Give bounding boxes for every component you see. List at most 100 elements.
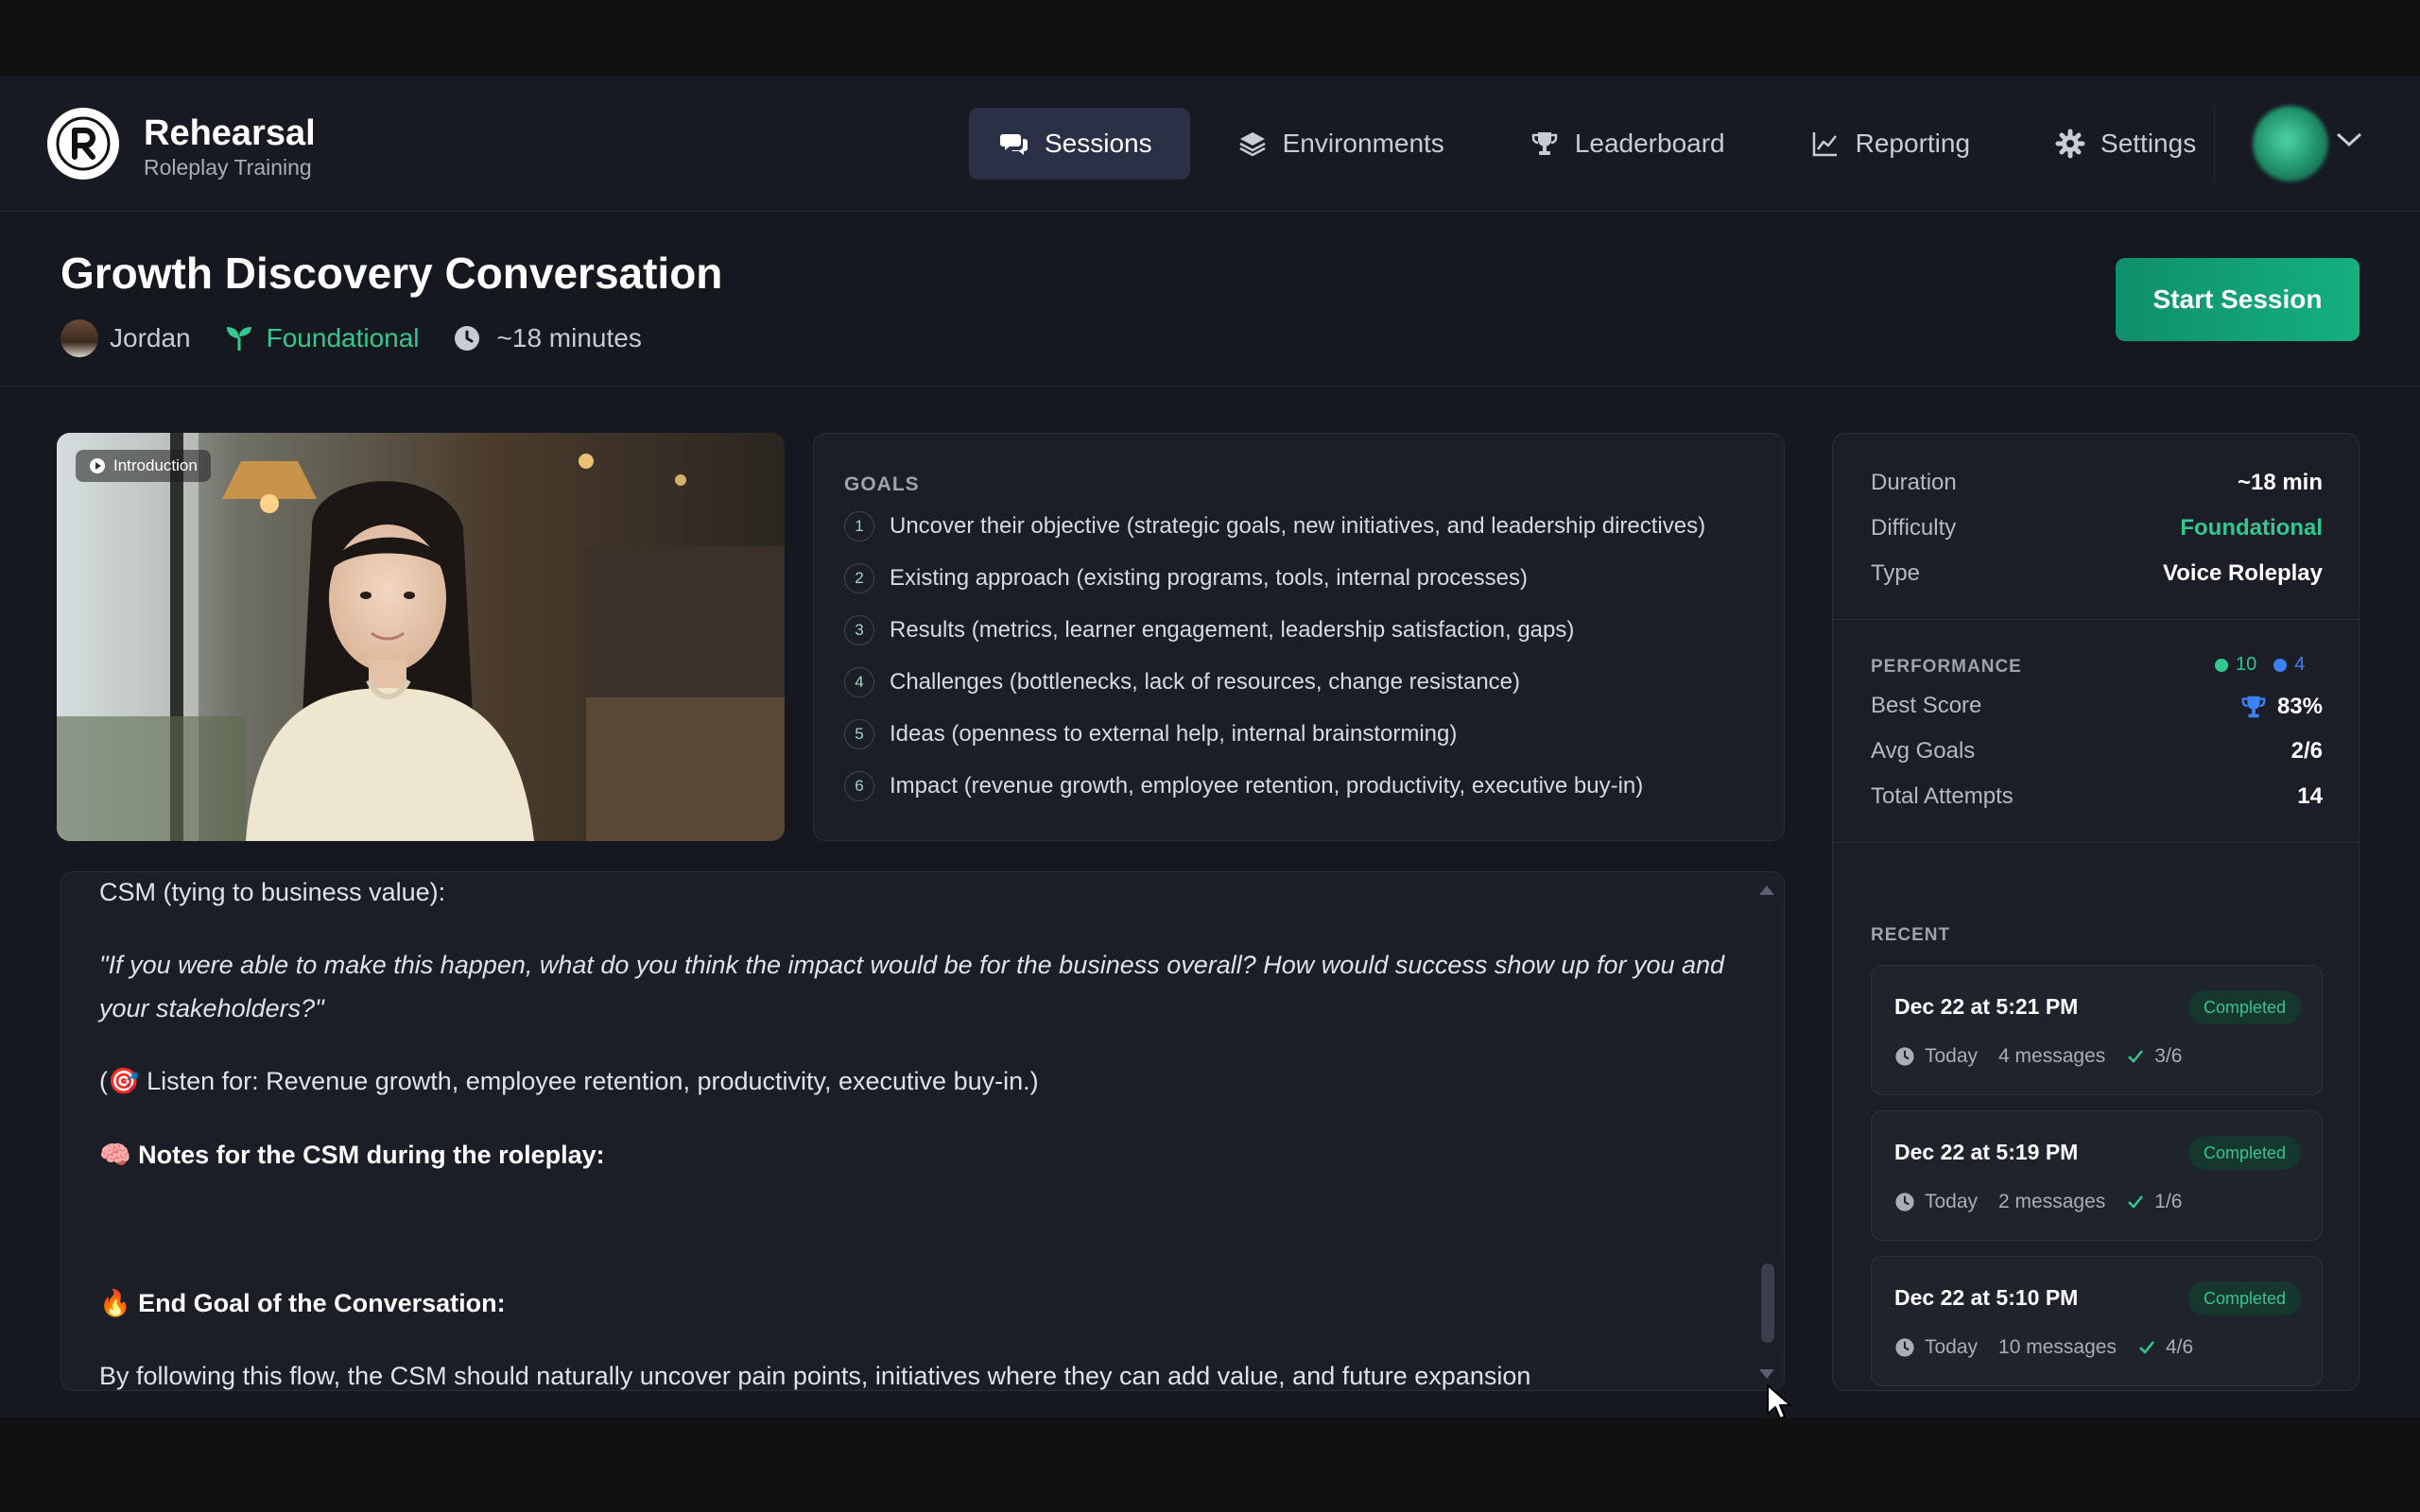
perf-value: 83% [2239, 693, 2323, 721]
start-session-button[interactable]: Start Session [2116, 258, 2360, 341]
nav-leaderboard-label: Leaderboard [1574, 129, 1725, 158]
goal-text: Ideas (openness to external help, intern… [890, 721, 1458, 747]
video-scene-image [57, 433, 785, 841]
video-badge-label: Introduction [113, 456, 198, 474]
perf-total-attempts: Total Attempts 14 [1871, 783, 2323, 810]
recent-session-card[interactable]: Dec 22 at 5:10 PM Completed Today 10 mes… [1871, 1256, 2323, 1386]
session-meta: Jordan Foundational ~18 minutes [60, 318, 642, 359]
nav-settings-label: Settings [2100, 129, 2197, 158]
recent-session-time: Dec 22 at 5:19 PM [1894, 1140, 2079, 1164]
goal-text: Existing approach (existing programs, to… [890, 565, 1528, 591]
rehearsal-logo-icon[interactable] [47, 108, 119, 180]
nav-settings[interactable]: Settings [2025, 108, 2234, 180]
script-line: By following this flow, the CSM should n… [99, 1362, 1531, 1390]
persona-avatar [60, 319, 98, 357]
recent-session-card[interactable]: Dec 22 at 5:21 PM Completed Today 4 mess… [1871, 965, 2323, 1095]
script-line: CSM (tying to business value): [99, 878, 446, 906]
nav-environments-label: Environments [1282, 129, 1444, 158]
goal-item: 5 Ideas (openness to external help, inte… [844, 719, 1457, 749]
script-listen-for: (🎯 Listen for: Revenue growth, employee … [99, 1067, 1039, 1095]
recent-session-card[interactable]: Dec 22 at 5:19 PM Completed Today 2 mess… [1871, 1110, 2323, 1241]
detail-type: Type Voice Roleplay [1871, 560, 2323, 587]
mouse-cursor-icon [1767, 1384, 1791, 1419]
goal-text: Uncover their objective (strategic goals… [890, 513, 1706, 539]
avatar[interactable] [2253, 106, 2328, 181]
recent-day: Today [1925, 1191, 1979, 1212]
perf-best-score: Best Score 83% [1871, 693, 2323, 721]
legend-dot-green [2215, 658, 2228, 672]
check-icon [2139, 1341, 2154, 1354]
sprout-icon [226, 327, 251, 351]
persona-name: Jordan [110, 323, 191, 352]
clock-icon [1895, 1193, 1914, 1211]
section-divider [1833, 842, 2360, 843]
check-icon [2128, 1195, 2144, 1209]
status-badge: Completed [2187, 1136, 2301, 1170]
legend-dot-blue [2273, 658, 2288, 672]
recent-goals: 4/6 [2165, 1336, 2194, 1358]
goal-number: 5 [844, 719, 874, 749]
detail-duration: Duration ~18 min [1871, 470, 2323, 496]
goal-number: 1 [844, 511, 874, 541]
goals-panel: GOALS 1 Uncover their objective (strateg… [813, 433, 1785, 841]
recent-messages: 10 messages [1998, 1336, 2117, 1358]
recent-goals: 1/6 [2154, 1191, 2183, 1212]
detail-label: Type [1871, 560, 1921, 586]
goals-title: GOALS [844, 473, 920, 495]
detail-label: Difficulty [1871, 515, 1957, 541]
scroll-down-arrow[interactable] [1759, 1369, 1774, 1379]
top-header: Rehearsal Roleplay Training Sessions Env… [0, 76, 2420, 212]
clock-icon [454, 326, 479, 351]
scrollbar-thumb[interactable] [1761, 1263, 1774, 1343]
play-circle-icon [90, 458, 105, 473]
legend-blue-count: 4 [2294, 654, 2306, 675]
perf-value: 2/6 [2290, 738, 2323, 764]
recent-day: Today [1925, 1336, 1979, 1358]
goal-text: Impact (revenue growth, employee retenti… [890, 773, 1644, 799]
scenario-script-panel[interactable]: CSM (tying to business value): "If you w… [60, 871, 1785, 1391]
goal-number: 6 [844, 771, 874, 801]
duration-label: ~18 minutes [496, 323, 642, 352]
clock-icon [1895, 1338, 1914, 1357]
page-title: Growth Discovery Conversation [60, 249, 723, 298]
recent-session-info: Today 4 messages 3/6 [1894, 1045, 2182, 1068]
main-nav: Sessions Environments Leaderboard Report… [969, 108, 2234, 180]
chart-line-icon [1812, 132, 1837, 157]
scroll-up-arrow[interactable] [1759, 885, 1774, 895]
recent-goals: 3/6 [2154, 1045, 2183, 1067]
brand-subtitle: Roleplay Training [144, 155, 312, 180]
chevron-down-icon[interactable] [2335, 130, 2363, 149]
video-preview[interactable]: Introduction [57, 433, 785, 841]
nav-sessions-label: Sessions [1045, 129, 1152, 158]
performance-title: PERFORMANCE [1871, 657, 2022, 677]
header-divider [0, 386, 2420, 387]
nav-sessions[interactable]: Sessions [969, 108, 1190, 180]
goal-item: 3 Results (metrics, learner engagement, … [844, 615, 1574, 645]
clock-icon [1895, 1047, 1914, 1066]
script-notes-heading: 🧠 Notes for the CSM during the roleplay: [99, 1141, 605, 1169]
detail-label: Duration [1871, 470, 1957, 495]
chat-icon [1000, 134, 1028, 155]
goal-number: 3 [844, 615, 874, 645]
trophy-icon [2241, 696, 2266, 718]
status-badge: Completed [2187, 1281, 2301, 1315]
goal-item: 4 Challenges (bottlenecks, lack of resou… [844, 667, 1520, 697]
screen-top-band [0, 0, 2420, 76]
recent-title: RECENT [1871, 925, 1951, 945]
video-badge: Introduction [76, 450, 211, 482]
recent-session-info: Today 2 messages 1/6 [1894, 1191, 2182, 1213]
screen-bottom-band [0, 1418, 2420, 1512]
nav-reporting[interactable]: Reporting [1780, 108, 2008, 180]
recent-session-time: Dec 22 at 5:10 PM [1894, 1285, 2079, 1310]
nav-leaderboard[interactable]: Leaderboard [1499, 108, 1763, 180]
nav-environments[interactable]: Environments [1207, 108, 1482, 180]
detail-value: Voice Roleplay [2163, 560, 2323, 586]
goal-item: 2 Existing approach (existing programs, … [844, 563, 1528, 593]
perf-label: Avg Goals [1871, 738, 1976, 764]
user-menu[interactable] [2214, 104, 2346, 183]
script-end-goal-heading: 🔥 End Goal of the Conversation: [99, 1289, 506, 1317]
app-window: Rehearsal Roleplay Training Sessions Env… [0, 76, 2420, 1418]
performance-legend: 10 4 [2215, 654, 2305, 676]
difficulty-label: Foundational [266, 323, 420, 352]
nav-reporting-label: Reporting [1855, 129, 1971, 158]
